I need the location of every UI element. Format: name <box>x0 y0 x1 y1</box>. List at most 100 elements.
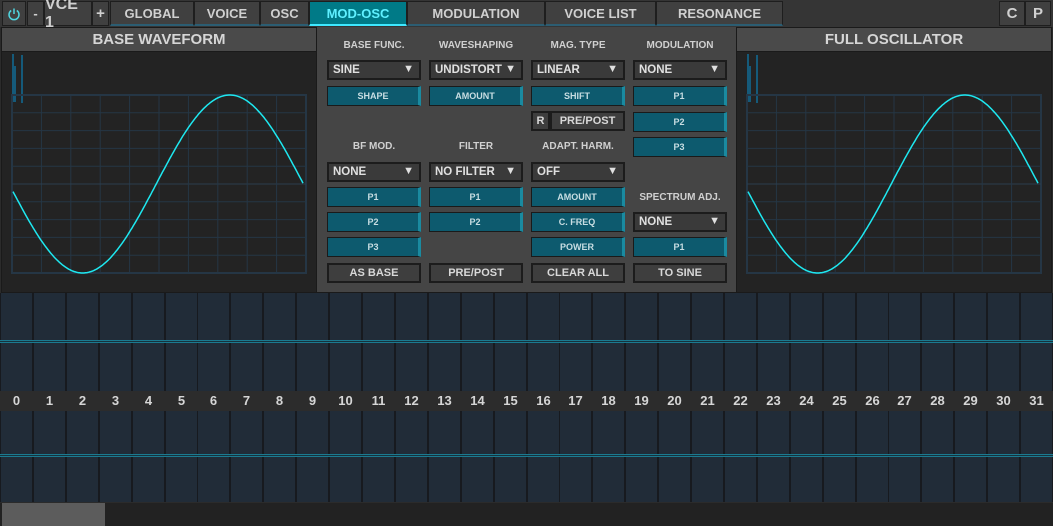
tab-resonance[interactable]: RESONANCE <box>656 1 783 26</box>
meter-bar <box>749 66 751 102</box>
harmonic-number: 14 <box>470 393 485 408</box>
as-base-button[interactable]: AS BASE <box>327 263 421 283</box>
spectrum-adj-value: NONE <box>639 216 673 228</box>
harmonic-number: 5 <box>177 393 186 408</box>
mag-prepost-button[interactable]: PRE/POST <box>550 111 625 131</box>
modulation-p3-knob[interactable]: P3 <box>633 137 727 157</box>
clear-all-button[interactable]: CLEAR ALL <box>531 263 625 283</box>
power-button[interactable] <box>2 1 26 26</box>
adapt-amount-knob[interactable]: AMOUNT <box>531 187 625 207</box>
harmonic-number: 19 <box>634 393 649 408</box>
harmonic-number: 7 <box>242 393 251 408</box>
tab-modulation[interactable]: MODULATION <box>407 1 545 26</box>
harmonic-number: 26 <box>865 393 880 408</box>
p-button[interactable]: P <box>1025 1 1051 26</box>
tab-mod-osc[interactable]: MOD-OSC <box>309 1 407 26</box>
harmonic-number: 22 <box>733 393 748 408</box>
harmonic-number: 11 <box>371 393 386 408</box>
full-oscillator-display[interactable] <box>737 52 1051 292</box>
harmonic-number: 0 <box>12 393 21 408</box>
harmonic-number: 27 <box>897 393 912 408</box>
tab-voice-list[interactable]: VOICE LIST <box>545 1 656 26</box>
mag-type-label: MAG. TYPE <box>550 40 606 51</box>
phase-zero-line <box>0 454 1053 457</box>
filter-p2-knob[interactable]: P2 <box>429 212 523 232</box>
waveshaping-amount-knob[interactable]: AMOUNT <box>429 86 523 106</box>
base-waveform-display[interactable] <box>2 52 316 292</box>
scrollbar-thumb[interactable] <box>2 503 105 526</box>
adapt-power-knob[interactable]: POWER <box>531 237 625 257</box>
harmonic-number: 15 <box>503 393 518 408</box>
filter-p1-knob[interactable]: P1 <box>429 187 523 207</box>
adapt-harm-dropdown[interactable]: OFF ▼ <box>531 162 625 182</box>
harmonic-number: 13 <box>437 393 452 408</box>
bf-mod-p1-knob[interactable]: P1 <box>327 187 421 207</box>
waveform-grid <box>11 94 307 274</box>
harmonic-number: 16 <box>536 393 551 408</box>
adapt-cfreq-knob[interactable]: C. FREQ <box>531 212 625 232</box>
spectrum-adj-dropdown[interactable]: NONE ▼ <box>633 212 727 232</box>
adapt-harm-label: ADAPT. HARM. <box>542 141 614 152</box>
base-func-dropdown[interactable]: SINE ▼ <box>327 60 421 80</box>
harmonic-number: 2 <box>78 393 87 408</box>
bf-mod-label: BF MOD. <box>352 141 396 152</box>
shift-knob[interactable]: SHIFT <box>531 86 625 106</box>
filter-dropdown[interactable]: NO FILTER ▼ <box>429 162 523 182</box>
harmonic-number: 20 <box>667 393 682 408</box>
chevron-down-icon: ▼ <box>709 215 720 227</box>
harmonic-number-row: 0 1 2 3 4 5 6 7 8 9 10 11 12 13 14 15 16 17 18 19 20 21 22 23 24… <box>0 391 1053 411</box>
power-icon <box>8 8 20 20</box>
harmonic-number: 31 <box>1029 393 1044 408</box>
base-waveform-panel: BASE WAVEFORM <box>1 27 317 293</box>
r-button[interactable]: R <box>531 111 550 131</box>
voice-increment-button[interactable]: + <box>92 1 109 26</box>
harmonic-number: 8 <box>275 393 284 408</box>
harmonic-number: 9 <box>308 393 317 408</box>
harmonic-number: 10 <box>338 393 353 408</box>
spectrum-adj-p1-knob[interactable]: P1 <box>633 237 727 257</box>
tab-osc[interactable]: OSC <box>260 1 309 26</box>
base-func-label: BASE FUNC. <box>343 40 405 51</box>
full-oscillator-title: FULL OSCILLATOR <box>737 28 1051 52</box>
tab-global[interactable]: GLOBAL <box>110 1 194 26</box>
harmonic-number: 3 <box>111 393 120 408</box>
filter-value: NO FILTER <box>435 166 495 178</box>
waveshaping-dropdown[interactable]: UNDISTORT ▼ <box>429 60 523 80</box>
harmonic-number: 6 <box>209 393 218 408</box>
harmonic-number: 12 <box>404 393 419 408</box>
filter-prepost-button[interactable]: PRE/POST <box>429 263 523 283</box>
modulation-p2-knob[interactable]: P2 <box>633 112 727 132</box>
chevron-down-icon: ▼ <box>709 63 720 75</box>
chevron-down-icon: ▼ <box>607 165 618 177</box>
tab-voice[interactable]: VOICE <box>194 1 260 26</box>
shape-knob[interactable]: SHAPE <box>327 86 421 106</box>
adapt-harm-value: OFF <box>537 166 560 178</box>
bf-mod-value: NONE <box>333 166 367 178</box>
filter-label: FILTER <box>458 141 494 152</box>
harmonic-number: 17 <box>568 393 583 408</box>
top-bar: - VCE 1 + GLOBAL VOICE OSC MOD-OSC MODUL… <box>0 0 1053 31</box>
modulation-dropdown[interactable]: NONE ▼ <box>633 60 727 80</box>
bf-mod-p2-knob[interactable]: P2 <box>327 212 421 232</box>
voice-decrement-button[interactable]: - <box>27 1 44 26</box>
harmonic-number: 25 <box>832 393 847 408</box>
harmonic-number: 24 <box>799 393 814 408</box>
voice-selector[interactable]: VCE 1 <box>44 0 92 31</box>
bf-mod-dropdown[interactable]: NONE ▼ <box>327 162 421 182</box>
base-waveform-title: BASE WAVEFORM <box>2 28 316 52</box>
mag-type-dropdown[interactable]: LINEAR ▼ <box>531 60 625 80</box>
mag-type-value: LINEAR <box>537 64 580 76</box>
c-button[interactable]: C <box>999 1 1025 26</box>
chevron-down-icon: ▼ <box>403 63 414 75</box>
mod-osc-panel: BASE FUNC. WAVESHAPING MAG. TYPE MODULAT… <box>316 27 737 293</box>
harmonic-number: 23 <box>766 393 781 408</box>
harmonic-number: 28 <box>930 393 945 408</box>
horizontal-scrollbar[interactable] <box>0 503 1053 526</box>
magnitude-zero-line <box>0 340 1053 343</box>
modulation-p1-knob[interactable]: P1 <box>633 86 727 106</box>
harmonic-number: 21 <box>700 393 715 408</box>
harmonic-number: 18 <box>601 393 616 408</box>
to-sine-button[interactable]: TO SINE <box>633 263 727 283</box>
bf-mod-p3-knob[interactable]: P3 <box>327 237 421 257</box>
chevron-down-icon: ▼ <box>505 63 516 75</box>
